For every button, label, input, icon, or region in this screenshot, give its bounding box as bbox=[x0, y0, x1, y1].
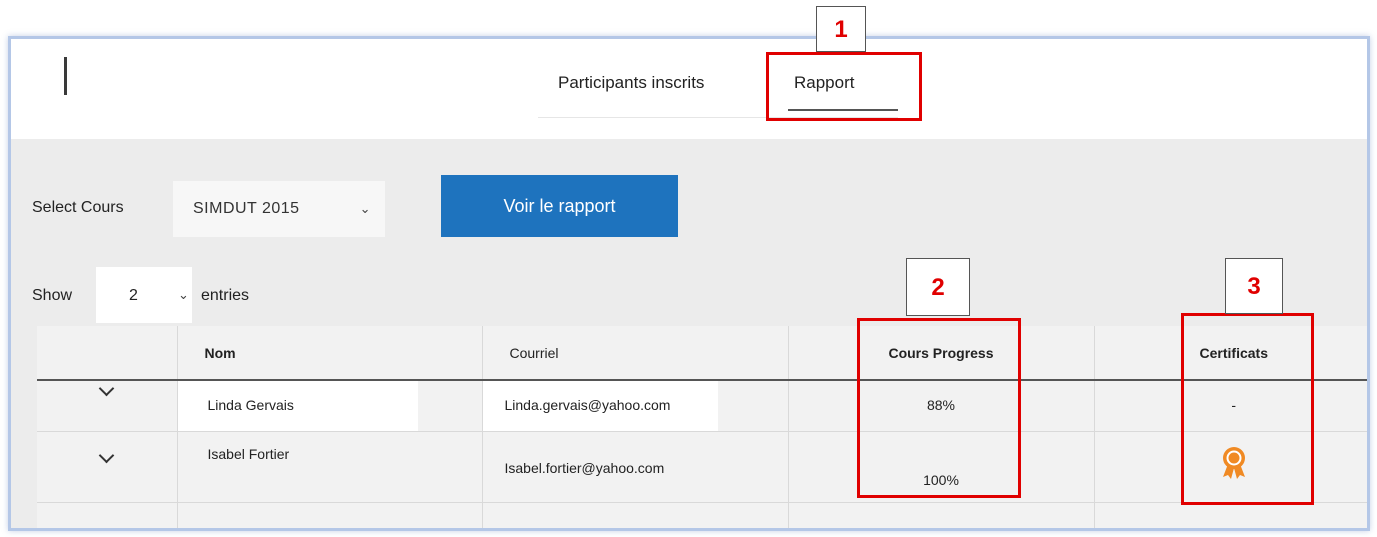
email-cell: Linda.gervais@yahoo.com bbox=[481, 380, 788, 432]
chevron-down-icon[interactable] bbox=[98, 447, 115, 464]
name-text: Linda Gervais bbox=[207, 397, 294, 413]
empty-cell bbox=[176, 502, 482, 528]
empty-cell bbox=[1093, 502, 1367, 528]
table-row: Isabel Fortier Isabel.fortier@yahoo.com … bbox=[37, 431, 1367, 503]
table-header-row: Nom Courriel Cours Progress Certificats bbox=[37, 326, 1367, 381]
name-text: Isabel Fortier bbox=[207, 446, 290, 462]
app-window: Participants inscrits Rapport Select Cou… bbox=[8, 36, 1370, 531]
chevron-down-icon: ⌄ bbox=[178, 287, 189, 302]
view-report-button[interactable]: Voir le rapport bbox=[441, 175, 678, 237]
empty-cell bbox=[481, 502, 788, 528]
expand-row-cell[interactable] bbox=[37, 431, 177, 503]
column-header-courriel[interactable]: Courriel bbox=[481, 326, 788, 381]
name-cell: Isabel Fortier bbox=[176, 431, 482, 503]
course-select-value: SIMDUT 2015 bbox=[193, 200, 300, 217]
name-cell: Linda Gervais bbox=[176, 380, 482, 432]
text-cursor bbox=[64, 57, 67, 95]
entries-select-value: 2 bbox=[129, 287, 138, 304]
empty-cell bbox=[787, 502, 1094, 528]
email-text: Isabel.fortier@yahoo.com bbox=[504, 460, 665, 476]
expand-row-cell[interactable] bbox=[37, 380, 177, 432]
tab-participants-inscrits[interactable]: Participants inscrits bbox=[558, 73, 704, 93]
show-label: Show bbox=[32, 287, 73, 304]
email-text: Linda.gervais@yahoo.com bbox=[504, 397, 671, 413]
empty-cell bbox=[37, 502, 177, 528]
annotation-box-3 bbox=[1181, 313, 1314, 505]
chevron-down-icon: ⌄ bbox=[359, 201, 371, 216]
report-panel: Select Cours SIMDUT 2015 ⌄ Voir le rappo… bbox=[11, 139, 1367, 528]
entries-label: entries bbox=[201, 287, 250, 304]
email-cell: Isabel.fortier@yahoo.com bbox=[481, 431, 788, 503]
column-header-nom[interactable]: Nom bbox=[176, 326, 482, 381]
annotation-label-2: 2 bbox=[906, 258, 970, 316]
annotation-label-1: 1 bbox=[816, 6, 866, 52]
course-select[interactable]: SIMDUT 2015 ⌄ bbox=[173, 181, 385, 237]
select-course-label: Select Cours bbox=[32, 199, 124, 216]
annotation-label-3: 3 bbox=[1225, 258, 1283, 314]
chevron-down-icon[interactable] bbox=[98, 380, 115, 397]
annotation-box-2 bbox=[857, 318, 1021, 498]
table-row bbox=[37, 502, 1367, 528]
column-header-expand bbox=[37, 326, 177, 381]
table-row: Linda Gervais Linda.gervais@yahoo.com 88… bbox=[37, 380, 1367, 432]
report-table: Nom Courriel Cours Progress Certificats … bbox=[37, 326, 1367, 528]
annotation-box-1 bbox=[766, 52, 922, 121]
entries-select[interactable]: 2 ⌄ bbox=[96, 267, 192, 323]
